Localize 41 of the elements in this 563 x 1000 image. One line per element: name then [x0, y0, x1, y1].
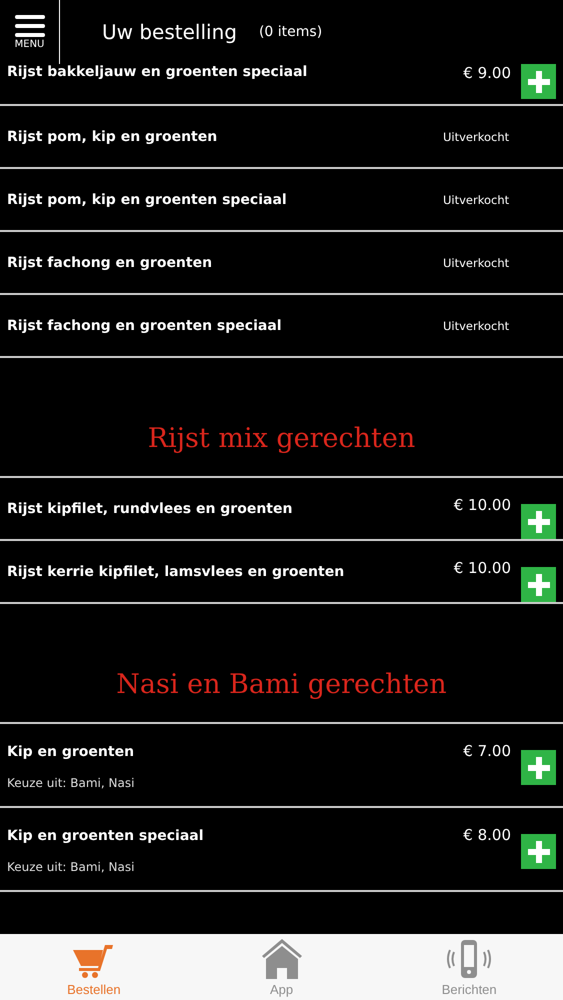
menu-icon	[14, 14, 44, 36]
tab[interactable]: Berichten	[375, 934, 563, 1000]
dish-name: Rijst fachong en groenten speciaal	[7, 318, 283, 334]
dish-name: Kip en groenten speciaal	[7, 828, 205, 844]
dish-name: Rijst kerrie kipfilet, lamsvlees en groenten	[7, 564, 346, 580]
phone-icon	[446, 939, 492, 979]
plus-icon	[528, 840, 550, 862]
dish-price: € 10.00	[454, 559, 511, 577]
sold-out-label: Uitverkocht	[443, 130, 510, 144]
add-button[interactable]	[521, 834, 556, 869]
add-button[interactable]	[521, 750, 556, 785]
dish-name: Rijst fachong en groenten	[7, 254, 214, 270]
item-count: (0 items)	[258, 24, 322, 40]
dish-name: Kip en groenten	[7, 744, 136, 760]
tab[interactable]: Bestellen	[0, 934, 188, 1000]
sold-out-label: Uitverkocht	[443, 256, 510, 270]
add-button[interactable]	[521, 64, 556, 99]
plus-icon	[528, 756, 550, 778]
menu-button[interactable]: MENU	[0, 0, 60, 64]
dish-options: Keuze uit: Bami, Nasi	[7, 776, 464, 790]
page-title: Uw bestelling	[102, 20, 237, 44]
add-button[interactable]	[521, 567, 556, 602]
section-heading: Rijst mix gerechten	[148, 423, 416, 454]
dish-name: Rijst pom, kip en groenten speciaal	[7, 192, 288, 208]
section-heading: Nasi en Bami gerechten	[116, 669, 447, 700]
home-icon	[260, 937, 304, 979]
add-button[interactable]	[521, 504, 556, 539]
dish-price: € 7.00	[463, 742, 511, 760]
sold-out-label: Uitverkocht	[443, 318, 510, 332]
dish-price: € 9.00	[463, 64, 511, 82]
dish-options: Keuze uit: Bami, Nasi	[7, 860, 464, 874]
dish-name: Rijst bakkeljauw en groenten speciaal	[7, 64, 308, 80]
dish-price: € 8.00	[463, 826, 511, 844]
dish-price: € 10.00	[454, 496, 511, 514]
dish-name: Rijst kipfilet, rundvlees en groenten	[7, 500, 294, 516]
dish-name: Rijst pom, kip en groenten	[7, 128, 218, 144]
plus-icon	[528, 510, 550, 532]
sold-out-label: Uitverkocht	[443, 192, 510, 206]
plus-icon	[528, 70, 550, 92]
plus-icon	[528, 574, 550, 596]
tab[interactable]: App	[188, 934, 376, 1000]
